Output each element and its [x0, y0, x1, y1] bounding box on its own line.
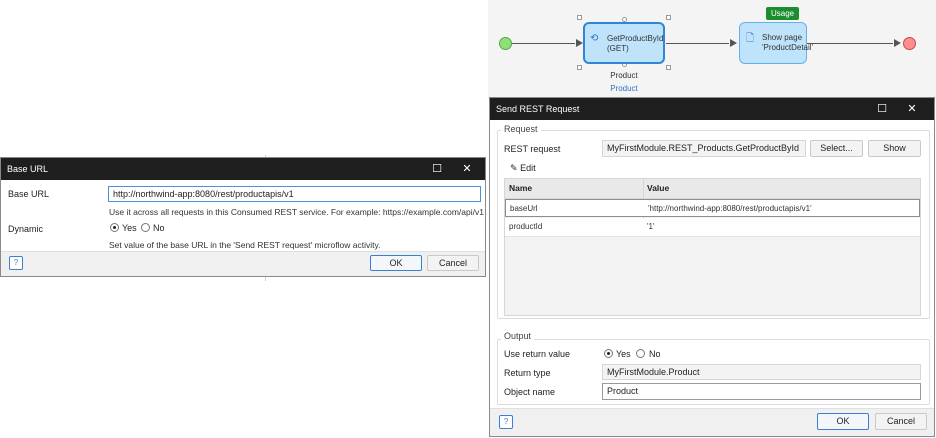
cancel-button[interactable]: Cancel — [875, 413, 927, 430]
maximize-icon[interactable]: ☐ — [870, 98, 894, 120]
pencil-icon: ✎ — [510, 163, 518, 173]
rest-call-icon: ⟲ — [590, 33, 599, 44]
param-value: 'http://northwind-app:8080/rest/producta… — [648, 204, 812, 213]
dialog-footer: ? OK Cancel — [1, 251, 485, 276]
activity-title: Show page — [762, 33, 803, 42]
resize-handle[interactable] — [577, 15, 582, 20]
dynamic-yes-radio[interactable] — [110, 223, 119, 232]
ok-button[interactable]: OK — [817, 413, 869, 430]
rest-request-label: REST request — [504, 144, 561, 154]
param-value: '1' — [647, 222, 655, 231]
activity-get-product-by-id[interactable]: ⟲ GetProductById (GET) — [583, 22, 665, 64]
return-type-field: MyFirstModule.Product — [602, 364, 921, 380]
end-event[interactable] — [903, 37, 916, 50]
cancel-button[interactable]: Cancel — [427, 255, 479, 271]
table-row[interactable]: productId '1' — [505, 218, 920, 237]
table-row[interactable]: baseUrl 'http://northwind-app:8080/rest/… — [505, 199, 920, 217]
base-url-dialog: Base URL ☐ ✕ Base URL http://northwind-a… — [0, 157, 486, 277]
dynamic-yes-label[interactable]: Yes — [122, 223, 137, 233]
base-url-input[interactable]: http://northwind-app:8080/rest/productap… — [108, 186, 481, 202]
dialog-title: Base URL — [7, 164, 49, 174]
grid-header: Name Value — [505, 179, 920, 199]
flow-arrow-icon — [894, 39, 901, 47]
object-name-label: Object name — [504, 387, 556, 397]
maximize-icon[interactable]: ☐ — [425, 158, 449, 180]
resize-handle[interactable] — [577, 65, 582, 70]
flow-arrow-icon — [576, 39, 583, 47]
resize-handle[interactable] — [666, 15, 671, 20]
edit-label: Edit — [520, 163, 536, 173]
output-variable-label: Product — [610, 71, 638, 80]
dialog-footer: ? OK Cancel — [490, 408, 934, 436]
rest-request-field[interactable]: MyFirstModule.REST_Products.GetProductBy… — [602, 140, 806, 157]
close-icon[interactable]: ✕ — [900, 98, 924, 120]
activity-title: GetProductById — [607, 34, 664, 43]
help-icon[interactable]: ? — [9, 256, 23, 270]
resize-handle[interactable] — [666, 65, 671, 70]
use-return-yes-label[interactable]: Yes — [616, 349, 631, 359]
param-name: baseUrl — [510, 204, 538, 213]
usage-badge[interactable]: Usage — [766, 7, 800, 20]
dynamic-label: Dynamic — [8, 224, 44, 234]
activity-show-page[interactable]: 🗋 Show page 'ProductDetail' — [739, 22, 814, 64]
sequence-flow[interactable] — [512, 43, 575, 44]
sequence-flow[interactable] — [807, 43, 893, 44]
activity-subtitle: 'ProductDetail' — [762, 43, 814, 52]
page-icon: 🗋 — [746, 33, 755, 44]
flow-arrow-icon — [730, 39, 737, 47]
base-url-hint: Use it across all requests in this Consu… — [109, 207, 484, 217]
dialog-titlebar: Base URL ☐ ✕ — [1, 158, 485, 180]
help-icon[interactable]: ? — [499, 415, 513, 429]
request-section-title: Request — [501, 124, 541, 134]
dialog-title: Send REST Request — [496, 104, 580, 114]
sequence-flow[interactable] — [666, 43, 729, 44]
return-type-label: Return type — [504, 368, 551, 378]
show-button[interactable]: Show — [868, 140, 921, 157]
close-icon[interactable]: ✕ — [455, 158, 479, 180]
column-header-value[interactable]: Value — [647, 179, 669, 198]
dynamic-hint: Set value of the base URL in the 'Send R… — [109, 240, 381, 250]
activity-subtitle: (GET) — [607, 44, 629, 53]
edit-button[interactable]: ✎ Edit — [510, 163, 536, 174]
ok-button[interactable]: OK — [370, 255, 422, 271]
use-return-no-radio[interactable] — [636, 349, 645, 358]
param-name: productId — [509, 222, 543, 231]
column-header-name[interactable]: Name — [509, 179, 532, 198]
output-section-title: Output — [501, 331, 535, 341]
parameters-grid[interactable]: Name Value baseUrl 'http://northwind-app… — [504, 178, 921, 316]
use-return-no-label[interactable]: No — [649, 349, 661, 359]
select-button[interactable]: Select... — [810, 140, 863, 157]
base-url-label: Base URL — [8, 189, 50, 199]
send-rest-request-dialog: Send REST Request ☐ ✕ Request REST reque… — [489, 97, 935, 437]
microflow-canvas[interactable]: ⟲ GetProductById (GET) Product Product U… — [488, 0, 936, 100]
object-name-input[interactable]: Product — [602, 383, 921, 400]
dynamic-no-radio[interactable] — [141, 223, 150, 232]
start-event[interactable] — [499, 37, 512, 50]
use-return-value-label: Use return value — [504, 349, 571, 359]
dynamic-no-label[interactable]: No — [153, 223, 165, 233]
dialog-titlebar: Send REST Request ☐ ✕ — [490, 98, 934, 120]
use-return-yes-radio[interactable] — [604, 349, 613, 358]
output-variable-type: Product — [610, 84, 638, 93]
